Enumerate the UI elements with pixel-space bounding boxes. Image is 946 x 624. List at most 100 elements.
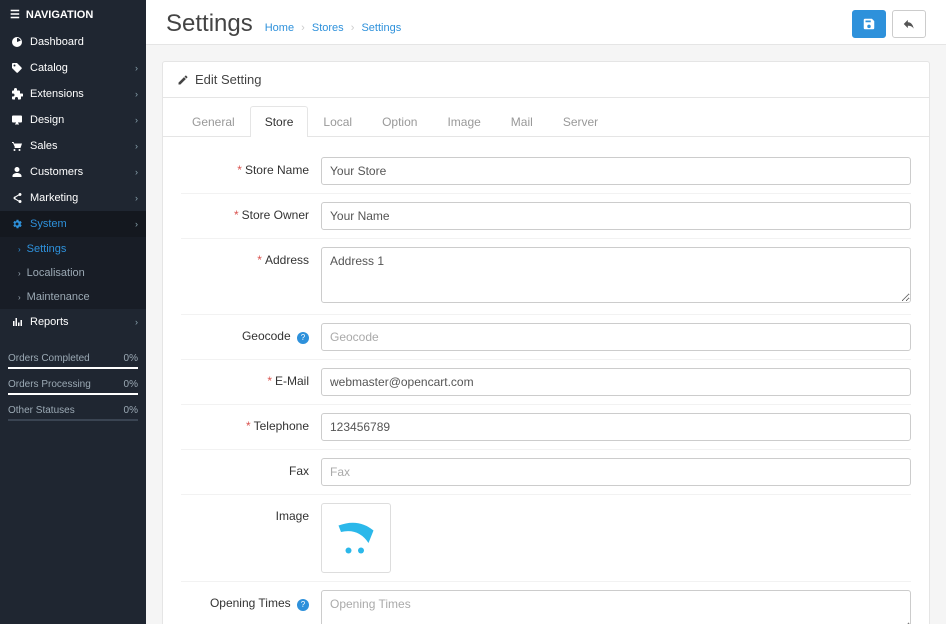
pencil-icon bbox=[177, 74, 189, 86]
stat-other-statuses: Other Statuses 0% bbox=[8, 405, 138, 421]
stat-orders-processing: Orders Processing 0% bbox=[8, 379, 138, 395]
tag-icon bbox=[10, 62, 24, 74]
fax-input[interactable] bbox=[321, 458, 911, 486]
breadcrumb-sep: › bbox=[301, 22, 305, 34]
caret-icon: › bbox=[18, 293, 21, 302]
label-store-owner: *Store Owner bbox=[181, 202, 321, 222]
form-panel: Edit Setting General Store Local Option … bbox=[162, 61, 930, 624]
gear-icon bbox=[10, 218, 24, 230]
sidebar-item-label: Dashboard bbox=[30, 36, 84, 48]
sidebar-sub-localisation[interactable]: › Localisation bbox=[0, 261, 146, 285]
sidebar-item-label: Design bbox=[30, 114, 64, 126]
sidebar-item-sales[interactable]: Sales › bbox=[0, 133, 146, 159]
page-title: Settings bbox=[166, 10, 253, 38]
store-name-input[interactable] bbox=[321, 157, 911, 185]
stat-value: 0% bbox=[124, 405, 138, 416]
sidebar-sub-label: Settings bbox=[27, 243, 67, 255]
menu-icon: ☰ bbox=[10, 8, 20, 21]
sidebar-header: ☰ NAVIGATION bbox=[0, 0, 146, 29]
panel-title: Edit Setting bbox=[195, 72, 262, 87]
breadcrumb-settings[interactable]: Settings bbox=[361, 22, 401, 34]
breadcrumb-home[interactable]: Home bbox=[265, 22, 294, 34]
label-image: Image bbox=[181, 503, 321, 523]
tab-image[interactable]: Image bbox=[432, 106, 495, 137]
store-logo-icon bbox=[331, 513, 381, 563]
user-icon bbox=[10, 166, 24, 178]
chevron-right-icon: › bbox=[135, 167, 138, 177]
sidebar-sub-settings[interactable]: › Settings bbox=[0, 237, 146, 261]
sidebar-sub-label: Maintenance bbox=[27, 291, 90, 303]
breadcrumb-stores[interactable]: Stores bbox=[312, 22, 344, 34]
sidebar-sub-label: Localisation bbox=[27, 267, 85, 279]
opening-times-textarea[interactable] bbox=[321, 590, 911, 624]
image-thumbnail[interactable] bbox=[321, 503, 391, 573]
sidebar-stats: Orders Completed 0% Orders Processing 0%… bbox=[8, 353, 138, 431]
chevron-right-icon: › bbox=[135, 141, 138, 151]
caret-icon: › bbox=[18, 269, 21, 278]
label-telephone: *Telephone bbox=[181, 413, 321, 433]
stat-bar bbox=[8, 419, 138, 421]
label-geocode: Geocode ? bbox=[181, 323, 321, 344]
dashboard-icon bbox=[10, 36, 24, 48]
sidebar-item-customers[interactable]: Customers › bbox=[0, 159, 146, 185]
breadcrumb: Home › Stores › Settings bbox=[265, 22, 401, 34]
tabs: General Store Local Option Image Mail Se… bbox=[163, 98, 929, 137]
label-opening-times: Opening Times ? bbox=[181, 590, 321, 611]
tab-option[interactable]: Option bbox=[367, 106, 432, 137]
sidebar-item-catalog[interactable]: Catalog › bbox=[0, 55, 146, 81]
sidebar-item-label: Sales bbox=[30, 140, 58, 152]
stat-bar bbox=[8, 367, 138, 369]
sidebar-item-marketing[interactable]: Marketing › bbox=[0, 185, 146, 211]
share-icon bbox=[10, 192, 24, 204]
stat-label: Other Statuses bbox=[8, 405, 75, 416]
email-input[interactable] bbox=[321, 368, 911, 396]
topbar: Settings Home › Stores › Settings bbox=[146, 0, 946, 45]
tab-local[interactable]: Local bbox=[308, 106, 367, 137]
sidebar-item-label: Catalog bbox=[30, 62, 68, 74]
sidebar-item-dashboard[interactable]: Dashboard bbox=[0, 29, 146, 55]
sidebar-item-design[interactable]: Design › bbox=[0, 107, 146, 133]
telephone-input[interactable] bbox=[321, 413, 911, 441]
tab-server[interactable]: Server bbox=[548, 106, 613, 137]
stat-value: 0% bbox=[124, 353, 138, 364]
help-icon[interactable]: ? bbox=[297, 599, 309, 611]
chevron-right-icon: › bbox=[135, 193, 138, 203]
tab-mail[interactable]: Mail bbox=[496, 106, 548, 137]
chevron-right-icon: › bbox=[135, 115, 138, 125]
sidebar-item-label: Extensions bbox=[30, 88, 84, 100]
sidebar-item-label: System bbox=[30, 218, 67, 230]
puzzle-icon bbox=[10, 88, 24, 100]
store-owner-input[interactable] bbox=[321, 202, 911, 230]
sidebar-item-extensions[interactable]: Extensions › bbox=[0, 81, 146, 107]
stat-orders-completed: Orders Completed 0% bbox=[8, 353, 138, 369]
sidebar-sub-maintenance[interactable]: › Maintenance bbox=[0, 285, 146, 309]
stat-label: Orders Completed bbox=[8, 353, 90, 364]
stat-label: Orders Processing bbox=[8, 379, 91, 390]
tab-general[interactable]: General bbox=[177, 106, 250, 137]
sidebar-item-system[interactable]: System › bbox=[0, 211, 146, 237]
tab-store[interactable]: Store bbox=[250, 106, 309, 137]
save-button[interactable] bbox=[852, 10, 886, 38]
chart-icon bbox=[10, 316, 24, 328]
label-address: *Address bbox=[181, 247, 321, 267]
caret-icon: › bbox=[18, 245, 21, 254]
reply-icon bbox=[902, 17, 916, 31]
chevron-right-icon: › bbox=[135, 89, 138, 99]
chevron-right-icon: › bbox=[135, 219, 138, 229]
sidebar-item-reports[interactable]: Reports › bbox=[0, 309, 146, 335]
sidebar-item-label: Customers bbox=[30, 166, 83, 178]
help-icon[interactable]: ? bbox=[297, 332, 309, 344]
store-form: *Store Name *Store Owner *Address bbox=[163, 137, 929, 624]
sidebar-item-label: Marketing bbox=[30, 192, 78, 204]
geocode-input[interactable] bbox=[321, 323, 911, 351]
sidebar-item-label: Reports bbox=[30, 316, 69, 328]
stat-value: 0% bbox=[124, 379, 138, 390]
chevron-right-icon: › bbox=[135, 63, 138, 73]
address-textarea[interactable] bbox=[321, 247, 911, 303]
panel-header: Edit Setting bbox=[163, 62, 929, 98]
cart-icon bbox=[10, 140, 24, 152]
back-button[interactable] bbox=[892, 10, 926, 38]
desktop-icon bbox=[10, 114, 24, 126]
stat-bar bbox=[8, 393, 138, 395]
main: Settings Home › Stores › Settings bbox=[146, 0, 946, 624]
